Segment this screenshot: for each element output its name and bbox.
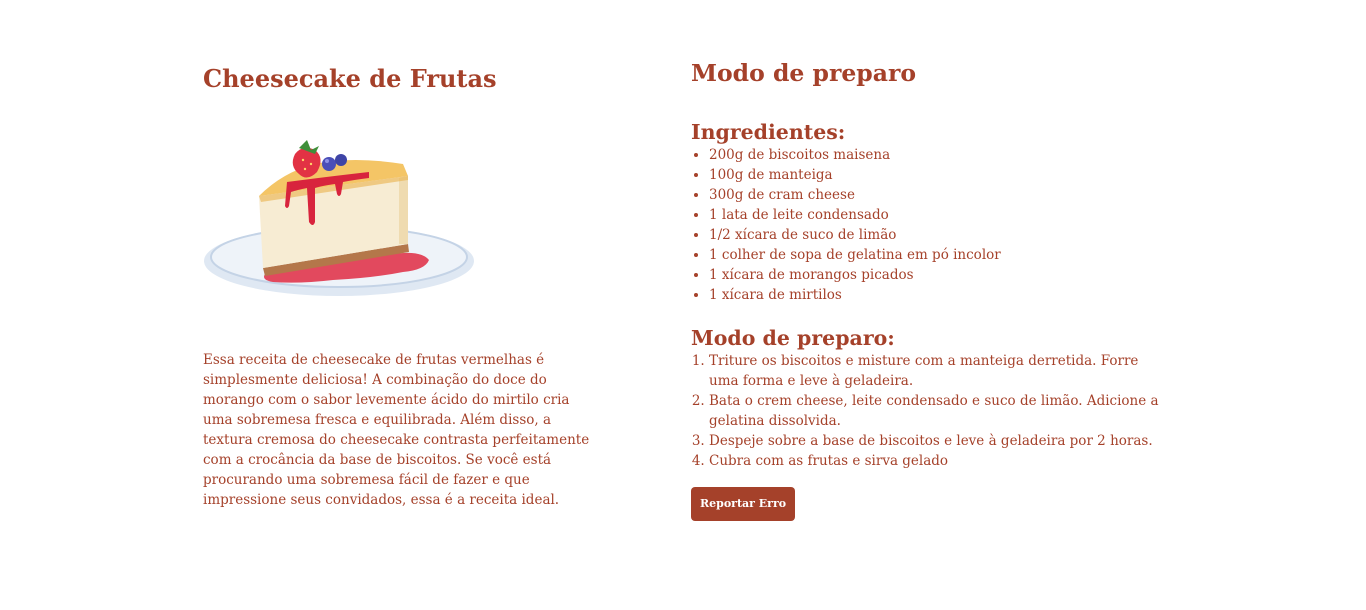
recipe-overview: Cheesecake de Frutas Essa receita de che… [203, 62, 598, 524]
ingredient-item: 200g de biscoitos maisena [709, 145, 1171, 165]
report-error-button[interactable]: Reportar Erro [691, 487, 796, 521]
ingredient-item: 100g de manteiga [709, 165, 1171, 185]
preparation-heading: Modo de preparo [691, 59, 917, 87]
ingredient-item: 1 xícara de morangos picados [709, 265, 1171, 285]
ingredients-list: 200g de biscoitos maisena 100g de mantei… [691, 145, 1171, 305]
preparation-section: Modo de preparo Ingredientes: 200g de bi… [691, 56, 1171, 521]
recipe-title: Cheesecake de Frutas [203, 64, 497, 93]
cheesecake-image [204, 140, 474, 296]
step-item: Triture os biscoitos e misture com a man… [709, 351, 1171, 391]
step-item: Despeje sobre a base de biscoitos e leve… [709, 431, 1171, 451]
ingredient-item: 1 lata de leite condensado [709, 205, 1171, 225]
step-item: Bata o crem cheese, leite condensado e s… [709, 391, 1171, 431]
steps-heading: Modo de preparo: [691, 326, 895, 350]
ingredient-item: 300g de cram cheese [709, 185, 1171, 205]
ingredient-item: 1 colher de sopa de gelatina em pó incol… [709, 245, 1171, 265]
ingredient-item: 1 xícara de mirtilos [709, 285, 1171, 305]
ingredient-item: 1/2 xícara de suco de limão [709, 225, 1171, 245]
recipe-description: Essa receita de cheesecake de frutas ver… [203, 352, 590, 508]
ingredients-heading: Ingredientes: [691, 120, 846, 144]
steps-list: Triture os biscoitos e misture com a man… [691, 351, 1171, 471]
step-item: Cubra com as frutas e sirva gelado [709, 451, 1171, 471]
